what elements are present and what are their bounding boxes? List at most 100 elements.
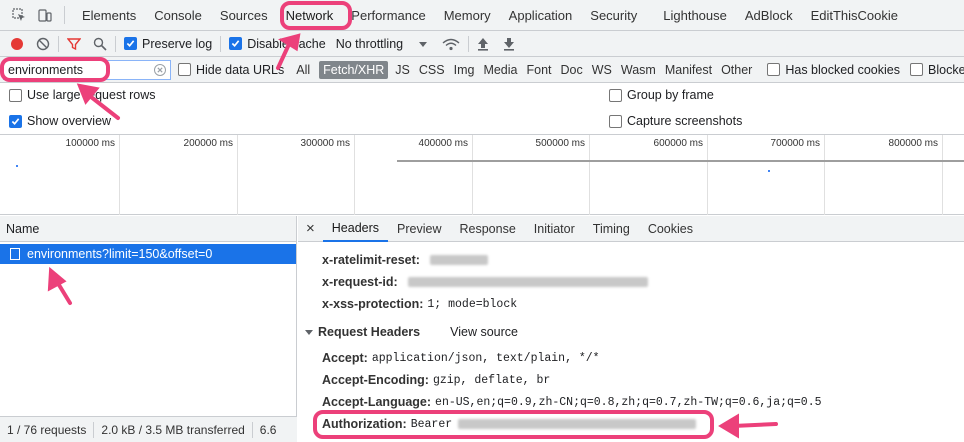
chevron-down-icon[interactable]	[418, 39, 428, 49]
hide-data-urls-checkbox[interactable]	[178, 63, 191, 76]
search-icon[interactable]	[93, 37, 107, 51]
tab-security[interactable]: Security	[581, 0, 646, 31]
preserve-log-checkbox[interactable]	[124, 37, 137, 50]
export-har-icon[interactable]	[503, 37, 515, 51]
preserve-log-label[interactable]: Preserve log	[142, 37, 212, 51]
capture-screenshots-label[interactable]: Capture screenshots	[627, 114, 742, 128]
hide-data-urls-label[interactable]: Hide data URLs	[196, 63, 284, 77]
header-value: en-US,en;q=0.9,zh-CN;q=0.8,zh;q=0.7,zh-T…	[435, 395, 822, 409]
tab-performance[interactable]: Performance	[342, 0, 434, 31]
overview-gridline	[589, 135, 590, 215]
requests-list: Name environments?limit=150&offset=0 1 /…	[0, 216, 297, 442]
request-row[interactable]: environments?limit=150&offset=0	[0, 244, 296, 264]
tabbar-separator	[64, 6, 65, 24]
tab-cookies[interactable]: Cookies	[639, 216, 702, 242]
large-rows-label[interactable]: Use large request rows	[27, 88, 156, 102]
overview-gridline	[354, 135, 355, 215]
tab-initiator[interactable]: Initiator	[525, 216, 584, 242]
disable-cache-checkbox[interactable]	[229, 37, 243, 50]
response-header-row: x-request-id:	[322, 271, 648, 293]
disable-cache-label[interactable]: Disable cache	[247, 37, 326, 51]
overview-tick-label: 500000 ms	[535, 138, 585, 149]
tab-editthiscookie[interactable]: EditThisCookie	[802, 0, 907, 31]
type-filter-wasm[interactable]: Wasm	[617, 61, 660, 79]
network-settings: Use large request rows Show overview Gro…	[0, 83, 964, 135]
large-rows-checkbox[interactable]	[9, 88, 22, 102]
type-filter-js[interactable]: JS	[391, 61, 414, 79]
throttling-select[interactable]: No throttling	[336, 37, 412, 51]
toolbar-separator	[58, 35, 59, 52]
overview-gridline	[119, 135, 120, 215]
tab-response[interactable]: Response	[450, 216, 524, 242]
tab-elements[interactable]: Elements	[73, 0, 145, 31]
has-blocked-cookies-checkbox[interactable]	[767, 63, 781, 76]
group-by-frame-option[interactable]: Group by frame	[609, 88, 714, 102]
group-by-frame-checkbox[interactable]	[609, 88, 622, 102]
overview-request-marker	[16, 165, 18, 167]
device-toolbar-icon[interactable]	[38, 8, 52, 22]
group-by-frame-label[interactable]: Group by frame	[627, 88, 714, 102]
type-filter-all[interactable]: All	[292, 61, 314, 79]
large-rows-option[interactable]: Use large request rows	[9, 88, 156, 102]
show-overview-checkbox[interactable]	[9, 114, 22, 128]
tab-memory[interactable]: Memory	[435, 0, 500, 31]
redacted-value	[429, 255, 488, 265]
close-detail-icon[interactable]: ×	[298, 216, 323, 242]
overview-timeline[interactable]: 100000 ms 200000 ms 300000 ms 400000 ms …	[0, 135, 964, 215]
overview-tick-label: 800000 ms	[888, 138, 938, 149]
tab-application[interactable]: Application	[500, 0, 582, 31]
blocked-requests-label[interactable]: Blocked	[928, 63, 964, 77]
overview-tick-label: 600000 ms	[653, 138, 703, 149]
has-blocked-cookies-label[interactable]: Has blocked cookies	[785, 63, 900, 77]
tab-timing[interactable]: Timing	[584, 216, 639, 242]
resources-size: 6.6	[259, 422, 277, 437]
network-conditions-icon[interactable]	[442, 37, 460, 51]
blocked-requests-checkbox[interactable]	[910, 63, 923, 76]
import-har-icon[interactable]	[477, 37, 489, 51]
type-filter-manifest[interactable]: Manifest	[661, 61, 716, 79]
type-filter-doc[interactable]: Doc	[557, 61, 587, 79]
overview-tick-label: 100000 ms	[65, 138, 115, 149]
request-headers-title[interactable]: Request Headers	[318, 325, 420, 339]
overview-gridline	[707, 135, 708, 215]
toolbar-separator	[115, 35, 116, 52]
clear-icon[interactable]	[36, 37, 50, 51]
overview-gridline	[472, 135, 473, 215]
request-name[interactable]: environments?limit=150&offset=0	[27, 247, 212, 261]
tab-headers[interactable]: Headers	[322, 216, 389, 242]
clear-filter-icon[interactable]	[154, 63, 166, 76]
header-key: x-request-id:	[322, 275, 398, 289]
header-value: gzip, deflate, br	[432, 373, 551, 387]
record-icon[interactable]	[10, 37, 24, 51]
request-detail-pane: × Headers Preview Response Initiator Tim…	[298, 216, 964, 442]
type-filter-font[interactable]: Font	[522, 61, 555, 79]
inspect-element-icon[interactable]	[12, 8, 26, 22]
show-overview-option[interactable]: Show overview	[9, 114, 111, 128]
type-filter-css[interactable]: CSS	[415, 61, 449, 79]
response-header-row: x-xss-protection: 1; mode=block	[322, 293, 517, 315]
network-toolbar: Preserve log Disable cache No throttling	[0, 31, 964, 57]
tab-adblock[interactable]: AdBlock	[736, 0, 802, 31]
type-filter-other[interactable]: Other	[717, 61, 756, 79]
capture-screenshots-checkbox[interactable]	[609, 114, 622, 128]
tab-console[interactable]: Console	[145, 0, 211, 31]
name-column-header[interactable]: Name	[0, 216, 296, 242]
filter-icon[interactable]	[67, 37, 81, 51]
highlight-filter-input	[0, 57, 110, 82]
header-key: Accept-Encoding:	[322, 373, 429, 387]
tab-sources[interactable]: Sources	[211, 0, 277, 31]
tab-preview[interactable]: Preview	[388, 216, 450, 242]
show-overview-label[interactable]: Show overview	[27, 114, 111, 128]
type-filter-fetch-xhr[interactable]: Fetch/XHR	[319, 60, 389, 79]
expand-triangle-icon[interactable]	[304, 327, 314, 337]
header-key: x-xss-protection:	[322, 297, 424, 311]
header-value: 1; mode=block	[427, 297, 518, 311]
type-filter-ws[interactable]: WS	[588, 61, 616, 79]
capture-screenshots-option[interactable]: Capture screenshots	[609, 114, 742, 128]
tab-lighthouse[interactable]: Lighthouse	[654, 0, 736, 31]
type-filter-media[interactable]: Media	[479, 61, 521, 79]
view-source-link[interactable]: View source	[450, 325, 518, 339]
type-filter-img[interactable]: Img	[450, 61, 479, 79]
request-headers-section[interactable]: Request Headers View source	[304, 325, 518, 339]
request-file-icon	[10, 248, 20, 260]
